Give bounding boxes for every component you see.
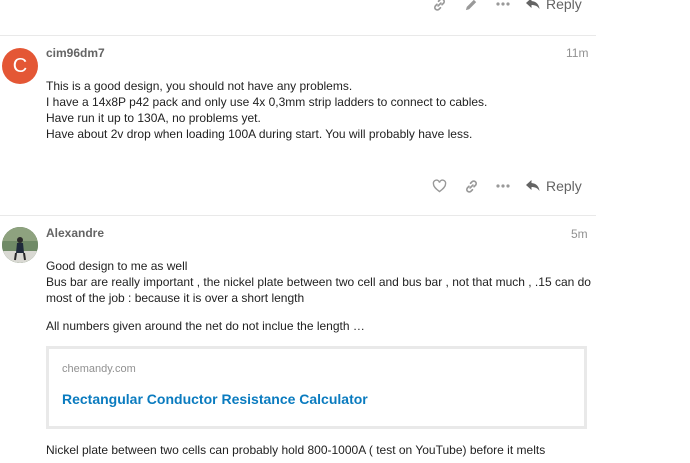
more-options-icon[interactable]	[494, 184, 512, 188]
post-divider	[0, 215, 596, 216]
post-text-line: Nickel plate between two cells can proba…	[46, 443, 546, 457]
post-text-line: Bus bar are really important , the nicke…	[46, 275, 591, 289]
post-text-line: This is a good design, you should not ha…	[46, 79, 353, 93]
post-username[interactable]: Alexandre	[46, 226, 104, 240]
link-icon[interactable]	[430, 0, 448, 12]
post-username[interactable]: cim96dm7	[46, 46, 105, 60]
avatar-photo	[2, 227, 38, 263]
post-text-line: Good design to me as well	[46, 259, 188, 273]
onebox-title-link[interactable]: Rectangular Conductor Resistance Calcula…	[62, 391, 368, 407]
reply-arrow-icon	[526, 180, 540, 191]
reply-label: Reply	[546, 178, 582, 194]
edit-pencil-icon[interactable]	[462, 0, 480, 12]
post-text-line: I have a 14x8P p42 pack and only use 4x …	[46, 95, 488, 109]
reply-button[interactable]: Reply	[526, 178, 582, 194]
avatar[interactable]	[2, 227, 38, 263]
more-options-icon[interactable]	[494, 2, 512, 6]
link-preview-card: chemandy.com Rectangular Conductor Resis…	[46, 346, 587, 429]
avatar-letter: C	[12, 55, 28, 77]
avatar[interactable]: C	[2, 48, 38, 84]
post-text-line: Have run it up to 130A, no problems yet.	[46, 111, 261, 125]
post-text-line: most of the job : because it is over a s…	[46, 291, 305, 305]
like-heart-icon[interactable]	[430, 179, 448, 193]
post-body-continued: Nickel plate between two cells can proba…	[46, 442, 646, 458]
post-text-line: Have about 2v drop when loading 100A dur…	[46, 127, 473, 141]
reply-label: Reply	[546, 0, 582, 12]
post-time[interactable]: 11m	[566, 46, 588, 60]
post-time[interactable]: 5m	[571, 227, 588, 241]
post-divider	[0, 35, 596, 36]
post-body: This is a good design, you should not ha…	[46, 78, 591, 142]
onebox-source[interactable]: chemandy.com	[62, 363, 136, 375]
top-post-actions: Reply	[430, 0, 582, 14]
post-actions: Reply	[430, 176, 582, 196]
reply-button[interactable]: Reply	[526, 0, 582, 12]
link-icon[interactable]	[462, 179, 480, 194]
reply-arrow-icon	[526, 0, 540, 9]
post-body: Good design to me as well Bus bar are re…	[46, 258, 591, 334]
post-text-line: All numbers given around the net do not …	[46, 319, 365, 333]
